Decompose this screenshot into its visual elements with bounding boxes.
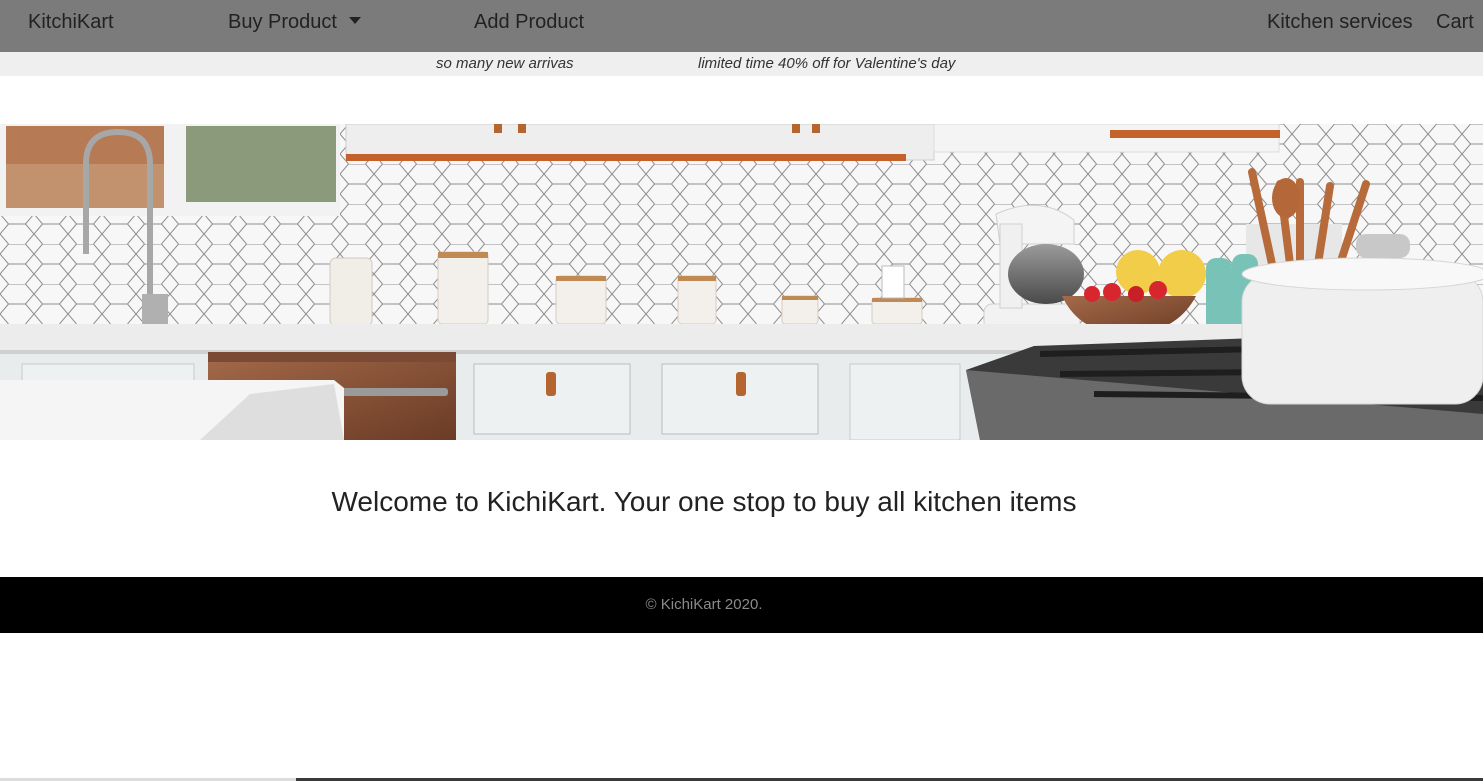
add-product-link[interactable]: Add Product <box>474 10 584 34</box>
kitchen-photo-icon <box>0 124 1483 440</box>
footer: © KichiKart 2020. <box>0 577 1483 633</box>
buy-product-dropdown[interactable]: Buy Product <box>228 10 361 34</box>
top-navbar: KitchiKart Buy Product Add Product Kitch… <box>0 0 1483 52</box>
announcement-valentine-offer: limited time 40% off for Valentine's day <box>698 55 956 72</box>
kitchen-services-link[interactable]: Kitchen services <box>1267 10 1413 34</box>
chevron-down-icon <box>348 17 361 24</box>
buy-product-label: Buy Product <box>228 11 337 33</box>
hero-banner <box>0 124 1483 440</box>
announcement-bar: so many new arrivas limited time 40% off… <box>0 52 1483 76</box>
welcome-heading: Welcome to KichiKart. Your one stop to b… <box>331 486 1077 517</box>
announcement-new-arrivals: so many new arrivas <box>436 55 574 72</box>
brand-link[interactable]: KitchiKart <box>28 10 114 34</box>
cart-link[interactable]: Cart <box>1436 10 1474 34</box>
footer-copyright: © KichiKart 2020. <box>645 596 763 613</box>
